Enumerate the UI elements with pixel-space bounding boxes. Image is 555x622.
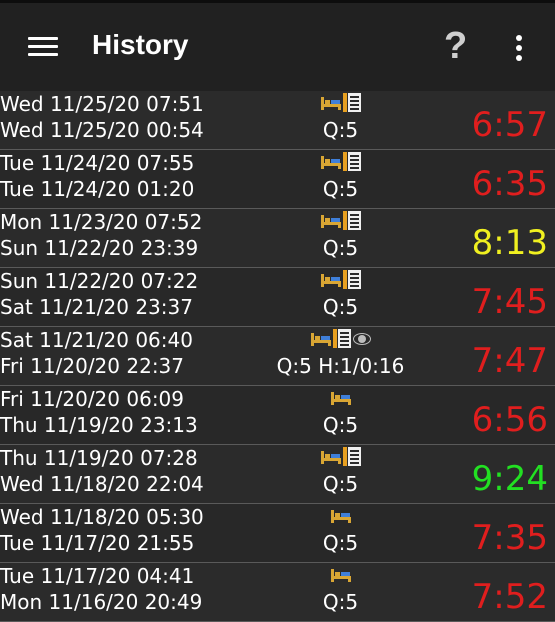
history-row[interactable]: Tue 11/17/20 04:41 Mon 11/16/20 20:49 Q:5 7…: [0, 563, 555, 622]
notes-icon: [342, 93, 361, 112]
notes-icon: [342, 447, 361, 466]
history-row[interactable]: Sun 11/22/20 07:22 Sat 11/21/20 23:37 Q:5 7…: [0, 268, 555, 327]
more-vert-icon[interactable]: [516, 35, 522, 61]
history-row[interactable]: Thu 11/19/20 07:28 Wed 11/18/20 22:04 Q:5 9…: [0, 445, 555, 504]
history-row[interactable]: Sat 11/21/20 06:40 Fri 11/20/20 22:37 Q:5 …: [0, 327, 555, 386]
history-row[interactable]: Mon 11/23/20 07:52 Sun 11/22/20 23:39 Q:5 8…: [0, 209, 555, 268]
bed-icon: [330, 510, 351, 523]
sleep-duration: 6:57: [471, 105, 548, 145]
bed-icon: [330, 392, 351, 405]
bed-icon: [330, 569, 351, 582]
sleep-duration: 7:47: [471, 341, 548, 381]
sleep-duration: 7:35: [471, 518, 548, 558]
bed-icon: [320, 156, 341, 169]
sleep-duration: 6:35: [471, 164, 548, 204]
history-row[interactable]: Tue 11/24/20 07:55 Tue 11/24/20 01:20 Q:5 6…: [0, 150, 555, 209]
bed-icon: [310, 333, 331, 346]
page-title: History: [92, 29, 189, 60]
notes-icon: [342, 270, 361, 289]
bed-icon: [320, 274, 341, 287]
sleep-duration: 8:13: [471, 223, 548, 263]
history-list: Wed 11/25/20 07:51 Wed 11/25/20 00:54 Q:5 6…: [0, 91, 555, 622]
bed-icon: [320, 97, 341, 110]
sleep-duration: 6:56: [471, 400, 548, 440]
help-button[interactable]: ?: [444, 25, 467, 68]
history-row[interactable]: Wed 11/25/20 07:51 Wed 11/25/20 00:54 Q:5 6…: [0, 91, 555, 150]
notes-icon: [342, 152, 361, 171]
eye-icon: [352, 333, 371, 345]
sleep-duration: 7:52: [471, 577, 548, 617]
bed-icon: [320, 451, 341, 464]
sleep-duration: 7:45: [471, 282, 548, 322]
app-bar: History ?: [0, 0, 555, 91]
hamburger-icon[interactable]: [28, 37, 58, 57]
history-row[interactable]: Fri 11/20/20 06:09 Thu 11/19/20 23:13 Q:5 6…: [0, 386, 555, 445]
sleep-duration: 9:24: [471, 459, 548, 499]
bed-icon: [320, 215, 341, 228]
history-row[interactable]: Wed 11/18/20 05:30 Tue 11/17/20 21:55 Q:5 7…: [0, 504, 555, 563]
notes-icon: [342, 211, 361, 230]
notes-icon: [332, 329, 351, 348]
